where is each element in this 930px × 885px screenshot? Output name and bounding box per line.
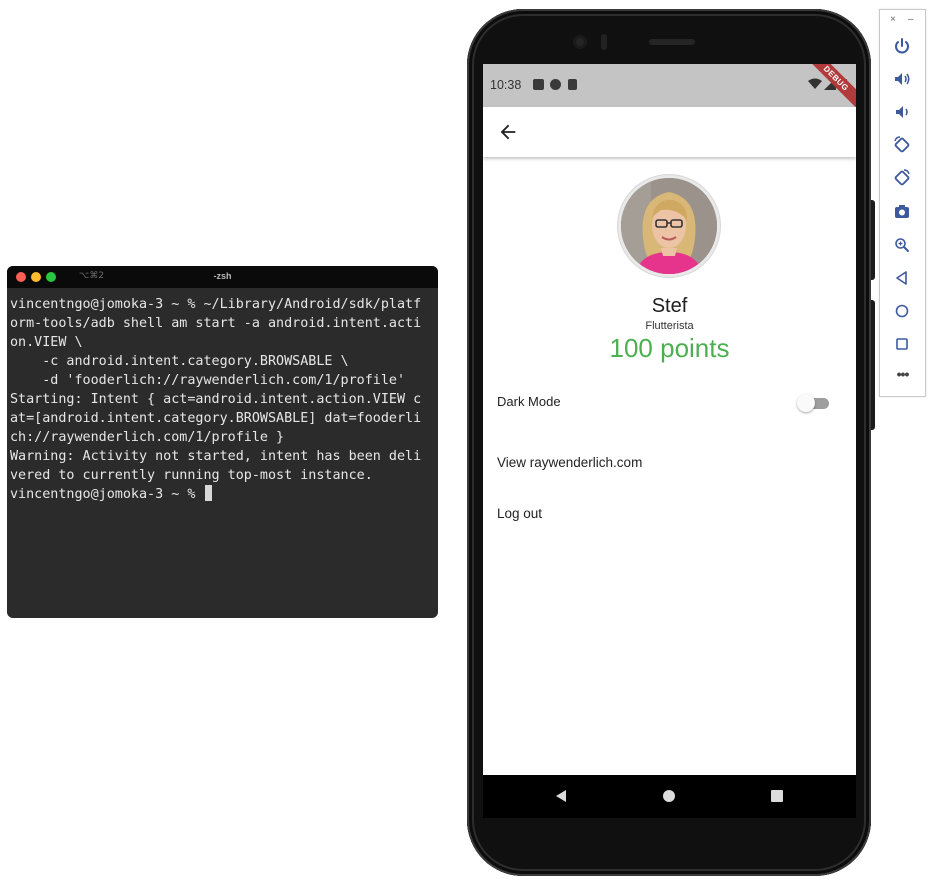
phone-screen: 10:38 DEBUG Stef Flutterista 100 points … — [483, 64, 856, 818]
emulator-close-button[interactable]: × — [890, 15, 896, 25]
toggle-thumb — [797, 394, 815, 412]
back-arrow-icon[interactable] — [497, 121, 519, 143]
terminal-line: Warning: Activity not started, intent ha… — [10, 449, 422, 464]
terminal-titlebar[interactable]: ⌥⌘2 -zsh — [7, 266, 438, 288]
emulator-toolbar: × – ••• — [879, 9, 926, 397]
terminal-line: at=[android.intent.category.BROWSABLE] d… — [10, 411, 422, 426]
terminal-line: -c android.intent.category.BROWSABLE \ — [10, 354, 349, 369]
overview-icon[interactable] — [892, 334, 912, 354]
zoom-icon[interactable] — [892, 235, 912, 255]
wifi-icon — [808, 78, 822, 89]
rotate-left-icon[interactable] — [892, 135, 912, 155]
notification-icon — [533, 79, 544, 90]
app-bar — [483, 107, 856, 157]
avatar — [621, 178, 717, 274]
terminal-prompt-line[interactable]: vincentngo@jomoka-3 ~ % — [10, 485, 435, 504]
terminal-line: vered to currently running top-most inst… — [10, 468, 373, 483]
terminal-line: vincentngo@jomoka-3 ~ % ~/Library/Androi… — [10, 297, 422, 312]
volume-up-icon[interactable] — [892, 69, 912, 89]
terminal-output[interactable]: vincentngo@jomoka-3 ~ % ~/Library/Androi… — [7, 288, 438, 504]
terminal-prompt: vincentngo@jomoka-3 ~ % — [10, 487, 204, 502]
dark-mode-label: Dark Mode — [497, 394, 561, 409]
terminal-line: ch://raywenderlich.com/1/profile } — [10, 430, 285, 445]
notification-icon — [550, 79, 561, 90]
nav-overview-icon[interactable] — [770, 789, 784, 803]
camera-icon[interactable] — [892, 202, 912, 222]
front-camera — [573, 35, 587, 49]
sd-card-icon — [568, 79, 577, 90]
volume-down-icon[interactable] — [892, 102, 912, 122]
nav-back-icon[interactable] — [554, 789, 568, 803]
status-bar: 10:38 DEBUG — [483, 64, 856, 107]
rotate-right-icon[interactable] — [892, 168, 912, 188]
status-time: 10:38 — [490, 78, 522, 92]
back-icon[interactable] — [892, 268, 912, 288]
phone-frame: 10:38 DEBUG Stef Flutterista 100 points … — [467, 9, 871, 876]
logout-button[interactable]: Log out — [497, 506, 542, 521]
power-icon[interactable] — [892, 36, 912, 56]
android-nav-bar — [483, 775, 856, 818]
terminal-title: -zsh — [213, 271, 232, 281]
avatar-photo — [621, 178, 717, 274]
nav-home-icon[interactable] — [662, 789, 676, 803]
terminal-line: on.VIEW \ — [10, 335, 83, 350]
profile-role: Flutterista — [645, 320, 694, 332]
phone-speaker — [649, 39, 695, 45]
view-website-link[interactable]: View raywenderlich.com — [497, 455, 642, 470]
terminal-line: -d 'fooderlich://raywenderlich.com/1/pro… — [10, 373, 406, 388]
profile-content: Stef Flutterista 100 points Dark Mode Vi… — [483, 157, 856, 775]
terminal-line: orm-tools/adb shell am start -a android.… — [10, 316, 422, 331]
avatar-ring — [618, 175, 720, 277]
phone-sensor — [601, 34, 607, 50]
terminal-cursor — [205, 485, 213, 501]
more-options-button[interactable]: ••• — [880, 366, 925, 382]
terminal-window[interactable]: ⌥⌘2 -zsh vincentngo@jomoka-3 ~ % ~/Libra… — [7, 266, 438, 618]
dark-mode-toggle[interactable] — [797, 393, 831, 413]
terminal-line: Starting: Intent { act=android.intent.ac… — [10, 392, 422, 407]
emulator-minimize-button[interactable]: – — [908, 15, 914, 25]
profile-points: 100 points — [609, 333, 730, 363]
profile-name: Stef — [651, 295, 688, 317]
home-icon[interactable] — [892, 301, 912, 321]
